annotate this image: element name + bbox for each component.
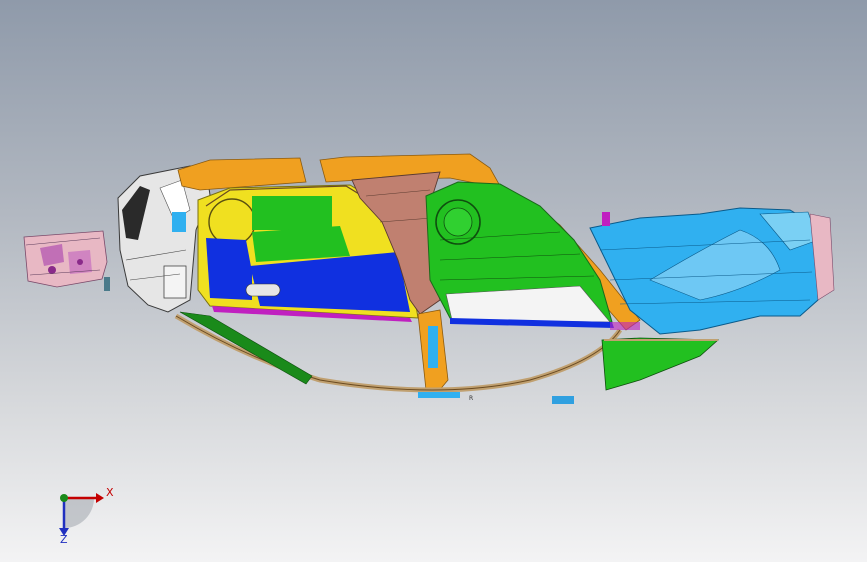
part-marker-label: R xyxy=(469,395,473,402)
cad-viewport[interactable]: R X Z xyxy=(0,0,867,562)
car-body-model[interactable]: R xyxy=(0,0,867,562)
x-axis-label: X xyxy=(106,486,114,499)
left-bracket-part[interactable] xyxy=(23,230,110,291)
coordinate-triad-icon: X Z xyxy=(59,486,114,544)
z-axis-label: Z xyxy=(60,533,68,544)
